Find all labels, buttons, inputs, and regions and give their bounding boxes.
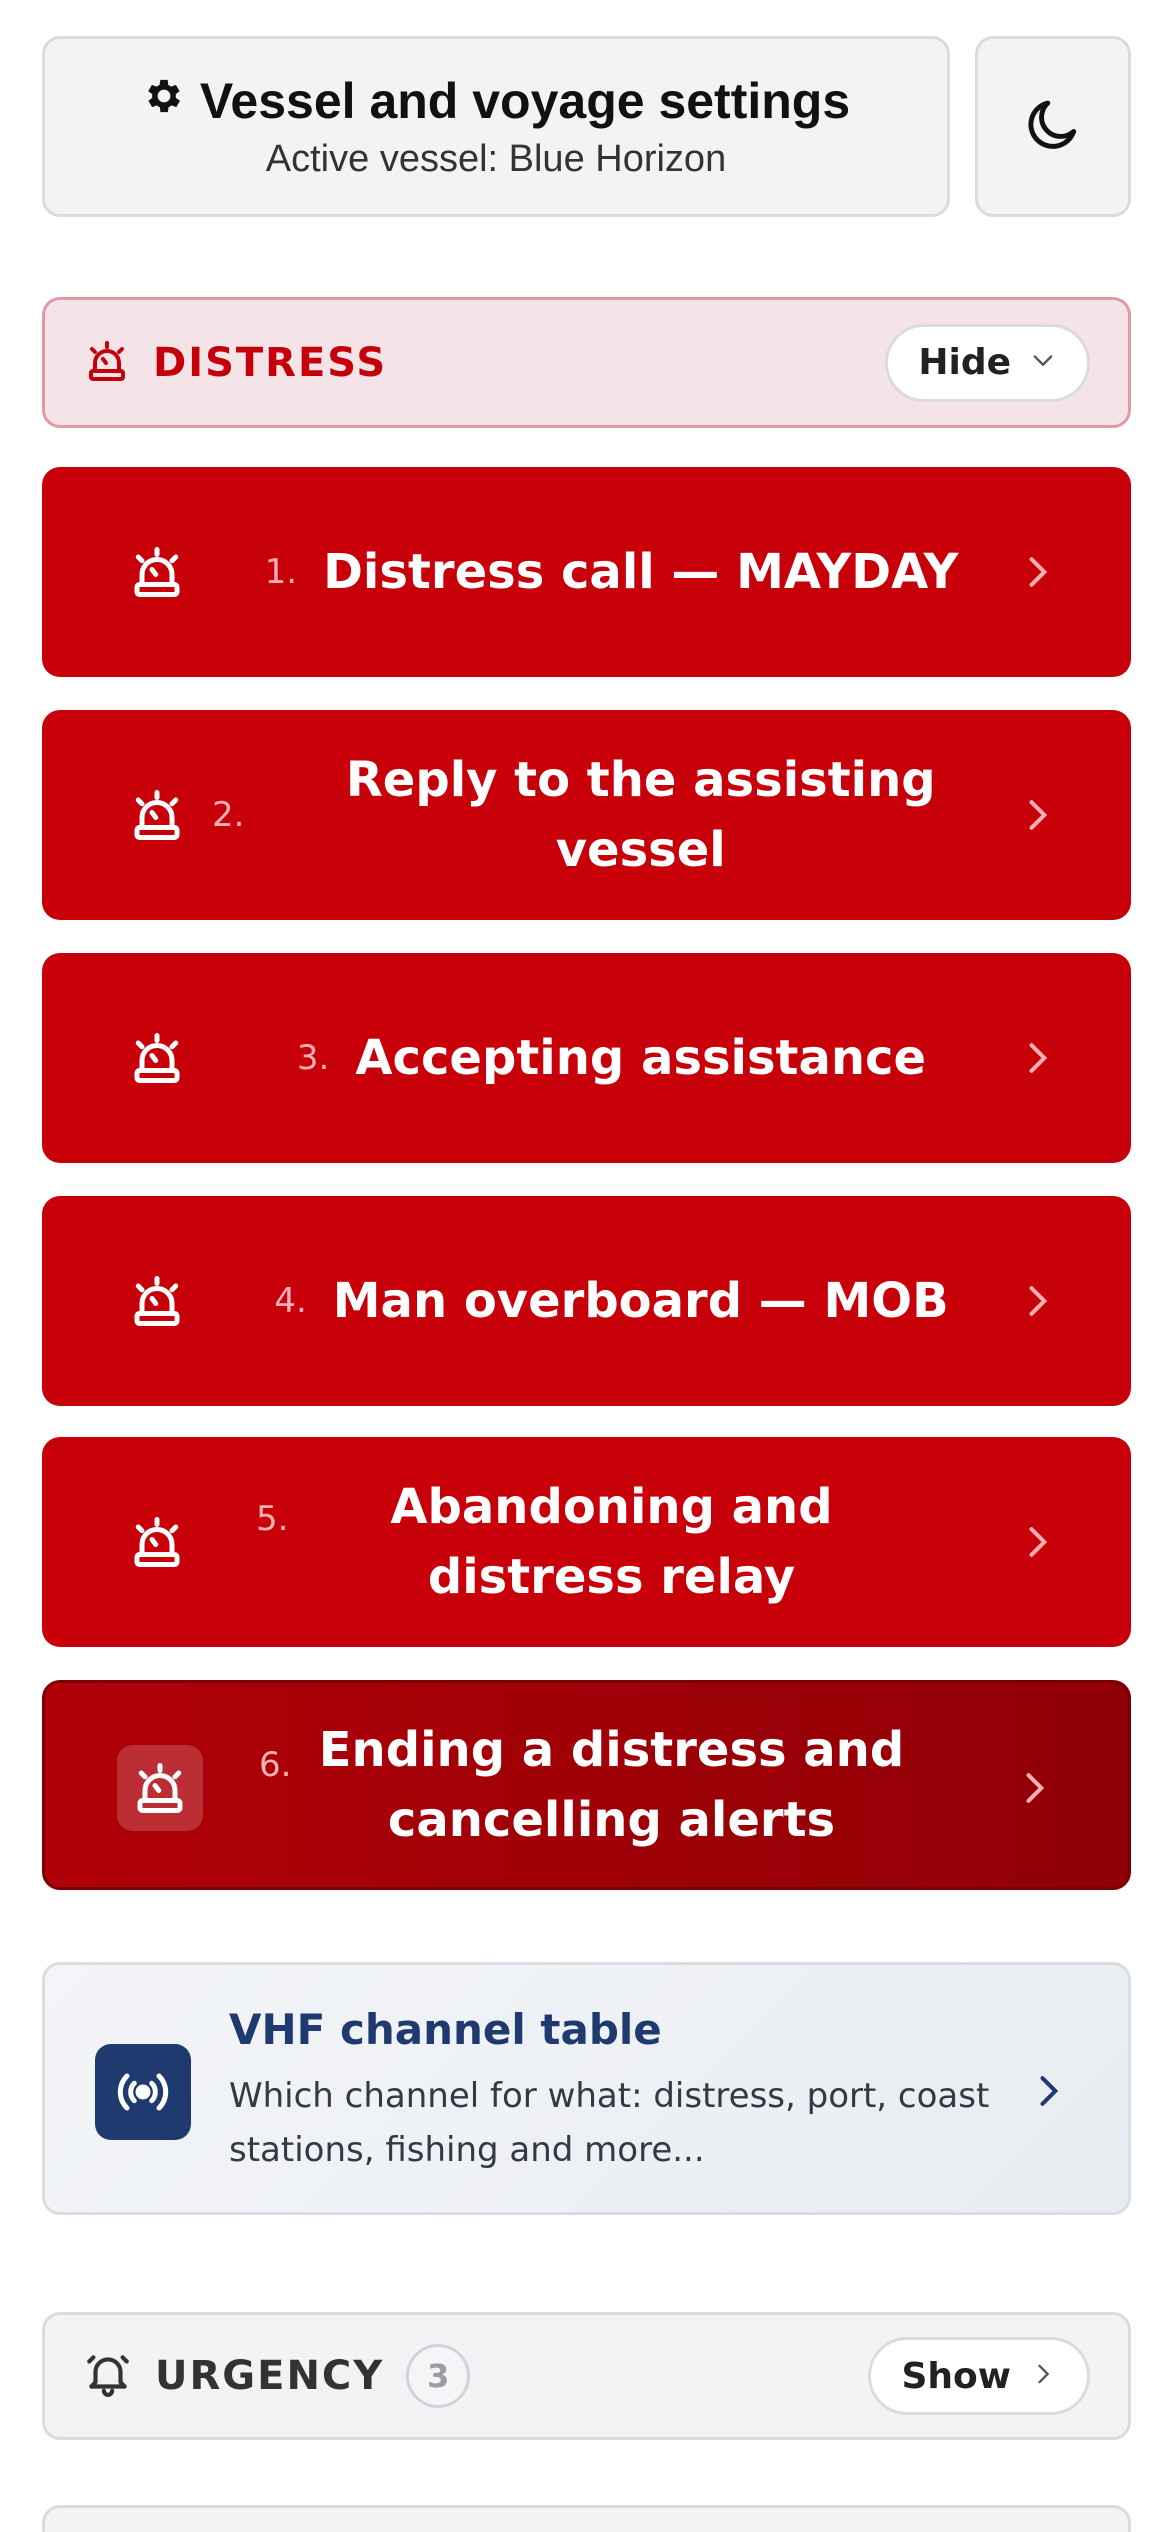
urgency-count-badge: 3 <box>406 2344 471 2408</box>
item-body: 4. Man overboard — MOB <box>212 1196 1011 1406</box>
siren-icon <box>114 529 200 615</box>
distress-item-ending[interactable]: 6. Ending a distress and cancelling aler… <box>42 1680 1131 1890</box>
item-title: Abandoning and distress relay <box>390 1479 833 1605</box>
show-button-label: Show <box>901 2355 1011 2397</box>
vhf-card-title: VHF channel table <box>229 2005 662 2054</box>
item-title: Distress call — MAYDAY <box>323 544 959 600</box>
item-body: 5. Abandoning and distress relay <box>212 1437 1011 1647</box>
siren-icon <box>117 1745 203 1831</box>
next-section-header <box>42 2505 1131 2532</box>
item-title: Reply to the assisting vessel <box>345 752 936 878</box>
theme-toggle-button[interactable] <box>975 36 1131 217</box>
item-body: 6. Ending a distress and cancelling aler… <box>215 1683 1008 1887</box>
chevron-right-icon <box>1029 1286 1048 1316</box>
bell-icon <box>83 2349 133 2403</box>
item-body: 2. Reply to the assisting vessel <box>212 710 1011 920</box>
item-number: 2. <box>212 795 245 835</box>
chevron-down-icon <box>1029 342 1057 383</box>
gear-icon <box>142 72 186 130</box>
distress-item-mayday[interactable]: 1. Distress call — MAYDAY <box>42 467 1131 677</box>
item-title: Ending a distress and cancelling alerts <box>318 1722 905 1848</box>
urgency-section-label: URGENCY <box>155 2353 385 2399</box>
radio-broadcast-icon <box>95 2044 191 2140</box>
settings-title: Vessel and voyage settings <box>199 73 851 129</box>
item-title: Accepting assistance <box>355 1030 927 1086</box>
siren-icon <box>114 772 200 858</box>
item-title: Man overboard — MOB <box>332 1273 949 1329</box>
item-number: 1. <box>264 552 298 592</box>
item-number: 5. <box>256 1499 289 1539</box>
vessel-settings-button[interactable]: Vessel and voyage settings Active vessel… <box>42 36 950 217</box>
item-number: 3. <box>296 1038 330 1078</box>
active-vessel-label: Active vessel: Blue Horizon <box>265 138 727 180</box>
siren-icon <box>114 1499 200 1585</box>
item-number: 6. <box>259 1745 292 1785</box>
chevron-right-icon <box>1029 800 1048 830</box>
vhf-card-description: Which channel for what: distress, port, … <box>229 2076 990 2170</box>
distress-hide-button[interactable]: Hide <box>885 323 1090 402</box>
item-number: 4. <box>274 1281 307 1321</box>
distress-item-accepting[interactable]: 3. Accepting assistance <box>42 953 1131 1163</box>
moon-icon <box>1022 94 1084 160</box>
item-body: 3. Accepting assistance <box>212 953 1011 1163</box>
chevron-right-icon <box>1029 1043 1048 1073</box>
item-body: 1. Distress call — MAYDAY <box>212 467 1011 677</box>
distress-item-abandoning[interactable]: 5. Abandoning and distress relay <box>42 1437 1131 1647</box>
urgency-section-header: URGENCY 3 Show <box>42 2312 1131 2440</box>
distress-item-mob[interactable]: 4. Man overboard — MOB <box>42 1196 1131 1406</box>
app-screen: Vessel and voyage settings Active vessel… <box>0 0 1170 2532</box>
chevron-right-icon <box>1029 2356 1057 2397</box>
settings-title-row: Vessel and voyage settings <box>142 72 850 130</box>
chevron-right-icon <box>1040 2076 1059 2106</box>
distress-section-label: DISTRESS <box>153 339 388 386</box>
urgency-show-button[interactable]: Show <box>868 2337 1090 2415</box>
chevron-right-icon <box>1029 557 1048 587</box>
siren-icon <box>83 337 131 389</box>
vhf-channel-table-card[interactable]: VHF channel table Which channel for what… <box>42 1962 1131 2215</box>
hide-button-label: Hide <box>918 342 1011 383</box>
chevron-right-icon <box>1026 1773 1045 1803</box>
distress-section-header: DISTRESS Hide <box>42 297 1131 428</box>
chevron-right-icon <box>1029 1527 1048 1557</box>
distress-item-reply[interactable]: 2. Reply to the assisting vessel <box>42 710 1131 920</box>
siren-icon <box>114 1015 200 1101</box>
siren-icon <box>114 1258 200 1344</box>
